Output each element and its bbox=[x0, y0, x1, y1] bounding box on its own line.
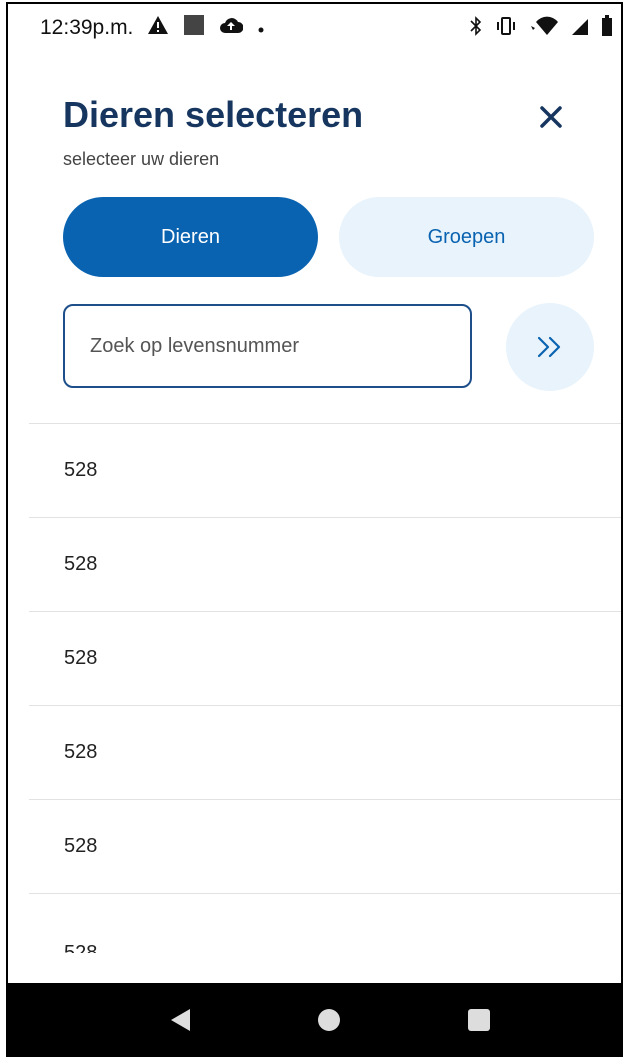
back-icon[interactable] bbox=[168, 1007, 192, 1038]
list-item-label: 528 bbox=[64, 741, 98, 763]
tab-dieren[interactable]: Dieren bbox=[63, 197, 318, 277]
list-item-label: 528 bbox=[64, 942, 98, 953]
search-submit-button[interactable] bbox=[506, 303, 594, 391]
status-bar-right bbox=[469, 15, 613, 43]
list-item-label: 528 bbox=[64, 835, 98, 857]
signal-icon bbox=[571, 16, 589, 42]
status-time: 12:39p.m. bbox=[40, 16, 134, 39]
list-item[interactable]: 528 bbox=[29, 517, 621, 611]
list-item[interactable]: 528 bbox=[29, 423, 621, 517]
home-icon[interactable] bbox=[318, 1009, 340, 1031]
vibrate-icon bbox=[495, 16, 517, 42]
list-item[interactable]: 528 bbox=[29, 705, 621, 799]
tab-groepen[interactable]: Groepen bbox=[339, 197, 594, 277]
animal-list: 528 528 528 528 528 528 bbox=[29, 423, 621, 953]
bluetooth-icon bbox=[469, 16, 483, 42]
list-item[interactable]: 528 bbox=[29, 893, 621, 953]
close-button[interactable] bbox=[535, 101, 567, 133]
page-subtitle: selecteer uw dieren bbox=[63, 149, 220, 169]
list-item-label: 528 bbox=[64, 459, 98, 481]
square-icon bbox=[183, 14, 205, 42]
search-field[interactable] bbox=[63, 304, 472, 388]
cloud-upload-icon bbox=[219, 16, 244, 40]
phone-screen: 12:39p.m. Dieren selecteren selecteer uw… bbox=[6, 2, 623, 1057]
list-item[interactable]: 528 bbox=[29, 799, 621, 893]
status-bar: 12:39p.m. bbox=[8, 4, 621, 46]
search-input[interactable] bbox=[88, 333, 452, 359]
close-icon bbox=[540, 106, 562, 128]
dot-icon bbox=[257, 16, 265, 40]
list-item-label: 528 bbox=[64, 647, 98, 669]
page-title: Dieren selecteren bbox=[63, 94, 364, 135]
wifi-icon bbox=[529, 16, 559, 42]
system-nav-bar bbox=[8, 983, 621, 1055]
double-chevron-right-icon bbox=[537, 336, 561, 358]
list-item-label: 528 bbox=[64, 553, 98, 575]
recent-apps-icon[interactable] bbox=[468, 1009, 490, 1031]
battery-icon bbox=[601, 15, 613, 43]
list-item[interactable]: 528 bbox=[29, 611, 621, 705]
warning-icon bbox=[147, 15, 169, 41]
status-bar-left: 12:39p.m. bbox=[40, 14, 265, 42]
